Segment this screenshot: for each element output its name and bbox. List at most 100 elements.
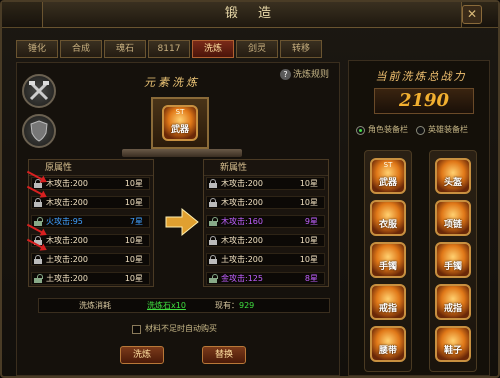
attribute-name: 土攻击:200 [46,274,88,283]
equipment-slot[interactable]: 鞋子 [435,326,471,362]
equipment-slot[interactable]: 手镯 [370,242,406,278]
equipment-slot[interactable]: 头盔 [435,158,471,194]
tab-transfer[interactable]: 转移 [280,40,322,58]
refine-button[interactable]: 洗炼 [120,346,164,364]
attribute-name: 土攻击:200 [221,255,263,264]
tab-compose[interactable]: 合成 [60,40,102,58]
attribute-row[interactable]: 土攻击:200 10星 [31,272,150,285]
item-name: 武器 [170,125,189,135]
attribute-name: 土攻击:200 [46,255,88,264]
unlock-icon[interactable] [209,274,218,283]
furnace-item-slot[interactable]: ST 武器 [162,105,198,141]
attribute-stars: 10星 [299,236,318,245]
hammer-crossed-icon[interactable] [22,74,56,108]
tab-refine[interactable]: 洗炼 [192,40,234,58]
item-badge: ST [383,161,393,169]
attribute-stars: 8星 [304,274,318,283]
auto-buy-checkbox[interactable] [132,325,141,334]
unlock-icon[interactable] [34,274,43,283]
equipment-slot[interactable]: 项链 [435,200,471,236]
lock-icon[interactable] [34,198,42,207]
new-attributes-header: 新属性 [204,160,328,176]
tab-sword-spirit[interactable]: 剑灵 [236,40,278,58]
lock-icon[interactable] [209,255,217,264]
equipment-name: 头盔 [443,178,462,188]
equipment-slot[interactable]: ST 武器 [370,158,406,194]
attribute-stars: 10星 [124,236,143,245]
equipment-name: 手镯 [378,262,397,272]
unlock-icon[interactable] [34,217,43,226]
attribute-stars: 10星 [124,179,143,188]
attribute-row[interactable]: 火攻击:95 7星 [31,215,150,228]
attribute-stars: 10星 [124,274,143,283]
attribute-name: 木攻击:160 [221,217,263,226]
equipment-name: 腰带 [378,346,397,356]
attribute-stars: 10星 [299,198,318,207]
tab-soulstone[interactable]: 魂石 [104,40,146,58]
question-icon: ? [280,69,291,80]
hero-equip-label: 英雄装备栏 [428,125,468,134]
attribute-name: 木攻击:200 [221,198,263,207]
refine-rules-link[interactable]: ? 洗炼规则 [280,67,329,80]
attribute-stars: 10星 [124,255,143,264]
attribute-row[interactable]: 木攻击:200 10星 [31,177,150,190]
attribute-name: 木攻击:200 [46,179,88,188]
tab-8117[interactable]: 8117 [148,40,190,58]
attribute-row[interactable]: 木攻击:160 9星 [206,215,325,228]
title-corner-left [2,2,46,28]
window-title: 锻 造 [42,2,462,28]
equipment-slot[interactable]: 戒指 [370,284,406,320]
attribute-name: 木攻击:200 [46,236,88,245]
item-badge: ST [175,108,185,116]
attribute-name: 火攻击:95 [46,217,83,226]
equipment-name: 手镯 [443,262,462,272]
cost-item-link[interactable]: 洗炼石x10 [147,299,186,312]
lock-icon[interactable] [34,255,42,264]
lock-icon[interactable] [209,236,217,245]
lock-icon[interactable] [209,198,217,207]
attribute-row[interactable]: 土攻击:200 10星 [31,253,150,266]
equipment-slot[interactable]: 戒指 [435,284,471,320]
forge-tabs: 锤化 合成 魂石 8117 洗炼 剑灵 转移 [16,40,322,58]
attribute-stars: 10星 [299,179,318,188]
attribute-row[interactable]: 木攻击:200 10星 [206,177,325,190]
hero-equip-radio[interactable] [416,126,425,135]
owned-count: 929 [239,301,255,310]
attribute-stars: 10星 [299,255,318,264]
character-equip-radio[interactable] [356,126,365,135]
power-value: 2190 [374,88,474,114]
attribute-stars: 7星 [129,217,143,226]
close-button[interactable]: ✕ [462,5,482,24]
equipment-slot[interactable]: 衣服 [370,200,406,236]
attribute-stars: 10星 [124,198,143,207]
equipment-slot[interactable]: 手镯 [435,242,471,278]
equipment-name: 鞋子 [443,346,462,356]
attribute-row[interactable]: 金攻击:125 8星 [206,272,325,285]
replace-button[interactable]: 替换 [202,346,246,364]
furnace-platform [122,149,242,157]
equipment-name: 武器 [378,178,397,188]
equipment-slot[interactable]: 腰带 [370,326,406,362]
unlock-icon[interactable] [209,217,218,226]
owned-label: 现有： [215,301,239,310]
shield-icon[interactable] [22,114,56,148]
character-equip-label: 角色装备栏 [368,125,408,134]
attribute-row[interactable]: 土攻击:200 10星 [206,253,325,266]
attribute-name: 木攻击:200 [46,198,88,207]
equipment-name: 衣服 [378,220,397,230]
equipment-name: 戒指 [378,304,397,314]
equipment-name: 戒指 [443,304,462,314]
tab-strengthen[interactable]: 锤化 [16,40,58,58]
lock-icon[interactable] [209,179,217,188]
cost-label: 洗炼消耗 [79,301,111,310]
furnace-title: 元素洗炼 [144,76,200,89]
arrow-right-icon [165,207,199,237]
refine-cost-bar: 洗炼消耗 洗炼石x10 现有： 929 [38,298,330,313]
attribute-name: 木攻击:200 [221,236,263,245]
attribute-row[interactable]: 木攻击:200 10星 [206,234,325,247]
rule-link-label: 洗炼规则 [293,70,330,80]
attribute-row[interactable]: 木攻击:200 10星 [206,196,325,209]
forge-window: 锻 造 ✕ 锤化 合成 魂石 8117 洗炼 剑灵 转移 元素洗炼 ? 洗炼规则 … [0,0,500,378]
attribute-row[interactable]: 木攻击:200 10星 [31,234,150,247]
attribute-row[interactable]: 木攻击:200 10星 [31,196,150,209]
